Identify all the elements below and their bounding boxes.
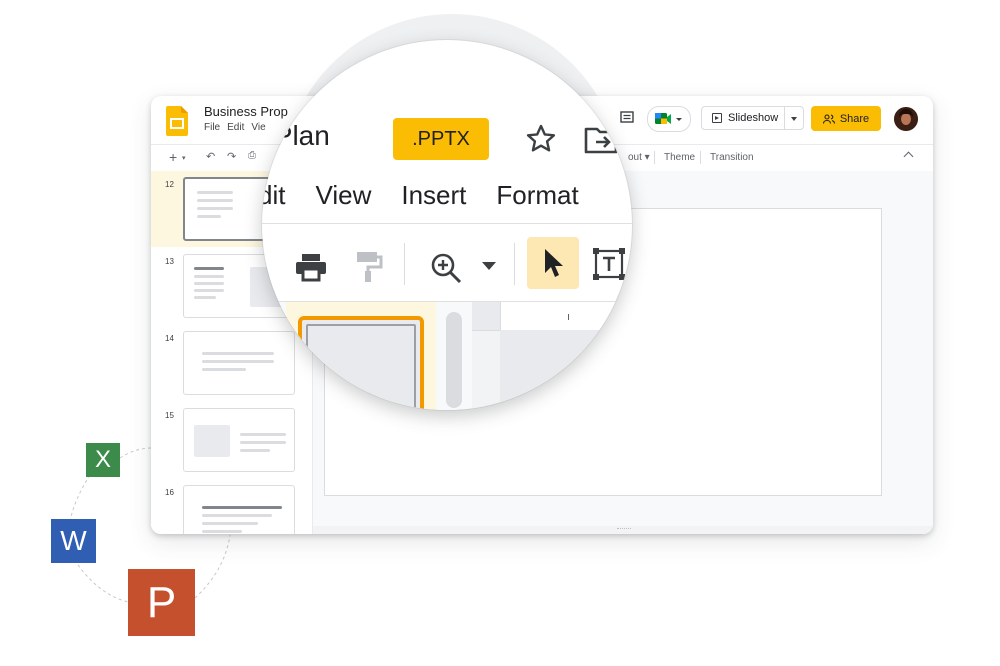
theme-button[interactable]: Theme — [664, 152, 695, 163]
menu-view[interactable]: View — [315, 180, 371, 210]
meet-camera-icon — [655, 113, 682, 124]
meet-button[interactable] — [647, 106, 691, 132]
user-avatar[interactable] — [894, 107, 918, 131]
excel-icon: X — [86, 443, 120, 477]
magnified-menu-bar: dit View Insert Format — [262, 180, 609, 211]
slide-number: 15 — [165, 411, 174, 420]
people-icon — [822, 113, 835, 124]
filmstrip-scrollbar[interactable] — [446, 312, 462, 408]
present-icon — [712, 113, 722, 123]
slide-number: 16 — [165, 488, 174, 497]
print-icon-small[interactable]: ⎙ — [248, 150, 256, 161]
menu-edit[interactable]: dit — [262, 180, 285, 210]
resize-grip-icon[interactable] — [617, 528, 631, 532]
share-button[interactable]: Share — [811, 106, 881, 131]
pptx-format-badge: .PPTX — [393, 118, 489, 160]
zoom-icon[interactable] — [428, 250, 464, 286]
undo-icon[interactable]: ↶ — [206, 150, 215, 163]
filmstrip-item[interactable]: 15 — [151, 402, 311, 478]
magnifier-lens: ss Plan .PPTX dit View Insert Format — [262, 40, 632, 410]
filmstrip-item[interactable]: 16 — [151, 479, 311, 534]
layout-button[interactable]: out ▾ — [628, 152, 650, 163]
comment-history-icon[interactable] — [619, 110, 635, 126]
magnified-document-title: ss Plan — [262, 120, 330, 151]
select-cursor-icon — [545, 249, 563, 277]
print-icon[interactable] — [294, 252, 328, 282]
move-to-folder-icon[interactable] — [584, 126, 618, 154]
horizontal-ruler — [500, 302, 632, 330]
slideshow-label: Slideshow — [728, 112, 779, 124]
text-box-icon[interactable] — [592, 247, 626, 281]
word-icon: W — [51, 519, 96, 563]
share-label: Share — [839, 112, 870, 125]
new-slide-dropdown-icon[interactable]: ▾ — [182, 154, 186, 162]
redo-icon[interactable]: ↷ — [227, 150, 236, 163]
menu-insert[interactable]: Insert — [401, 180, 466, 210]
slideshow-dropdown-icon[interactable] — [791, 117, 797, 121]
vertical-ruler — [472, 330, 500, 410]
google-slides-logo-icon — [166, 106, 188, 136]
transition-button[interactable]: Transition — [710, 152, 754, 163]
menu-format[interactable]: Format — [496, 180, 578, 210]
slideshow-button[interactable]: Slideshow — [701, 106, 804, 130]
paint-format-icon[interactable] — [354, 250, 384, 284]
star-icon[interactable] — [524, 122, 558, 156]
magnified-selected-thumbnail[interactable] — [298, 316, 424, 410]
collapse-menus-icon[interactable] — [903, 151, 914, 162]
speaker-notes-resize-bar[interactable] — [313, 526, 933, 534]
powerpoint-icon: P — [128, 569, 195, 636]
slide-number: 14 — [165, 334, 174, 343]
document-title[interactable]: Business Prop — [204, 104, 288, 119]
ruler-tick — [568, 314, 569, 320]
menu-edit[interactable]: Edit — [227, 122, 244, 133]
new-slide-icon[interactable]: + — [169, 149, 177, 165]
menu-file[interactable]: File — [204, 122, 220, 133]
slide-thumbnail[interactable] — [183, 485, 295, 534]
slide-thumbnail[interactable] — [183, 408, 295, 472]
avatar-portrait — [894, 107, 918, 131]
zoom-dropdown-icon[interactable] — [482, 262, 496, 270]
slide-number: 13 — [165, 257, 174, 266]
slide-number: 12 — [165, 180, 174, 189]
